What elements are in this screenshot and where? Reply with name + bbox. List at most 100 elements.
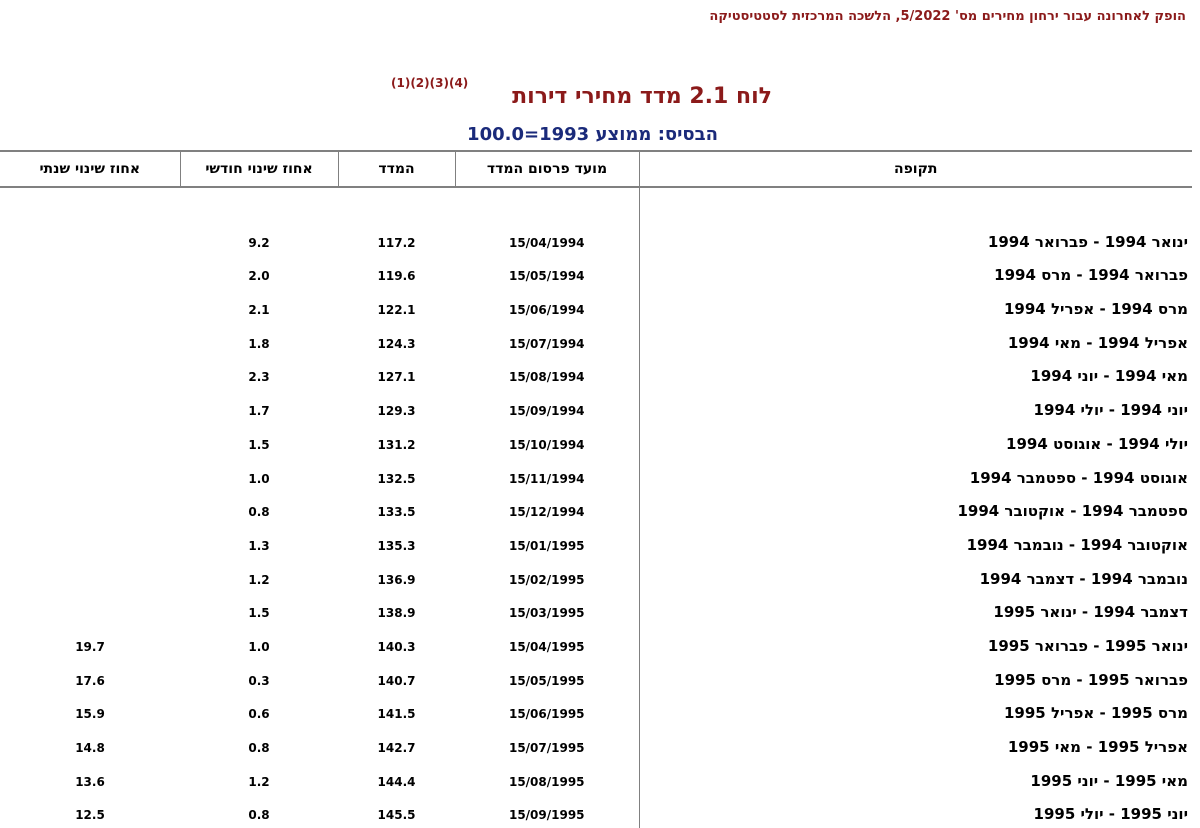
period-cell: יוני 1995 - יולי 1995 <box>638 794 1192 828</box>
period-cell: אוקטובר 1994 - נובמבר 1994 <box>638 525 1192 559</box>
title-block: לוח 2.1 מדד מחירי דירות (1)(2)(3)(4) <box>0 76 1200 114</box>
annual-change-cell: 17.6 <box>75 673 105 688</box>
index-value-cell: 138.9 <box>377 606 416 621</box>
monthly-change-cell: 1.7 <box>248 404 270 419</box>
index-value-cell: 145.5 <box>377 808 416 823</box>
table-row: אפריל 1995 - מאי 1995 15/07/1995 142.7 0.8 1… <box>0 727 1192 761</box>
monthly-change-cell: 1.5 <box>248 606 270 621</box>
price-index-table-container: תקופה מועד פרסום המדד המדד אחוז שינוי חו… <box>0 150 1192 828</box>
period-cell: אוגוסט 1994 - ספטמבר 1994 <box>638 457 1192 492</box>
annual-change-cell: 12.5 <box>75 808 105 823</box>
footnote-references[interactable]: (1)(2)(3)(4) <box>391 76 468 90</box>
price-index-table: תקופה מועד פרסום המדד המדד אחוז שינוי חו… <box>0 150 1192 828</box>
index-value-cell: 136.9 <box>377 572 416 587</box>
period-cell: יולי 1994 - אוגוסט 1994 <box>638 424 1192 458</box>
annual-change-cell <box>0 289 180 323</box>
index-value-cell: 124.3 <box>377 336 416 351</box>
period-cell: פברואר 1995 - מרס 1995 <box>638 659 1192 694</box>
table-row: יוני 1994 - יולי 1994 15/09/1994 129.3 1.7 <box>0 390 1192 425</box>
annual-change-cell <box>0 222 180 256</box>
period-cell: ינואר 1995 - פברואר 1995 <box>638 626 1192 660</box>
annual-change-cell <box>0 559 180 593</box>
table-spacer-row <box>0 187 1192 222</box>
period-cell: אפריל 1995 - מאי 1995 <box>638 727 1192 761</box>
table-row: יולי 1994 - אוגוסט 1994 15/10/1994 131.2 1.… <box>0 424 1192 458</box>
publish-date-cell: 15/10/1994 <box>508 437 585 452</box>
monthly-change-cell: 1.2 <box>248 774 270 789</box>
index-value-cell: 135.3 <box>377 538 416 553</box>
table-header-row: תקופה מועד פרסום המדד המדד אחוז שינוי חו… <box>0 150 1192 188</box>
table-row: פברואר 1995 - מרס 1995 15/05/1995 140.7 0.3… <box>0 659 1192 694</box>
index-value-cell: 122.1 <box>377 303 416 318</box>
table-row: מרס 1994 - אפריל 1994 15/06/1994 122.1 2.1 <box>0 289 1192 324</box>
annual-change-cell: 15.9 <box>75 707 105 722</box>
monthly-change-cell: 1.5 <box>248 437 270 452</box>
index-value-cell: 140.3 <box>377 639 416 654</box>
table-body: ינואר 1994 - פברואר 1994 15/04/1994 117.2 9… <box>0 187 1192 828</box>
publish-date-cell: 15/08/1994 <box>508 370 585 385</box>
table-row: נובמבר 1994 - דצמבר 1994 15/02/1995 136.9 1… <box>0 558 1192 593</box>
monthly-change-cell: 2.0 <box>248 269 270 284</box>
monthly-change-cell: 2.3 <box>248 370 270 385</box>
monthly-change-cell: 0.8 <box>248 808 270 823</box>
table-row: אפריל 1994 - מאי 1994 15/07/1994 124.3 1.8 <box>0 323 1192 357</box>
publish-date-cell: 15/12/1994 <box>508 505 585 520</box>
index-value-cell: 144.4 <box>377 774 416 789</box>
publish-date-cell: 15/07/1995 <box>508 741 585 755</box>
period-cell: ספטמבר 1994 - אוקטובר 1994 <box>638 491 1192 526</box>
monthly-change-cell: 0.3 <box>248 673 270 688</box>
table-row: דצמבר 1994 - ינואר 1995 15/03/1995 138.9 1.… <box>0 592 1192 627</box>
index-value-cell: 141.5 <box>377 707 416 722</box>
publish-date-cell: 15/05/1994 <box>508 269 585 284</box>
monthly-change-cell: 1.8 <box>248 336 270 351</box>
column-header-index: המדד <box>337 150 455 188</box>
page-title: לוח 2.1 מדד מחירי דירות <box>512 84 772 109</box>
annual-change-cell <box>0 525 180 559</box>
index-value-cell: 129.3 <box>377 404 416 419</box>
publish-date-cell: 15/09/1994 <box>508 404 585 419</box>
publish-date-cell: 15/02/1995 <box>508 572 585 587</box>
publish-date-cell: 15/04/1994 <box>508 235 585 250</box>
annual-change-cell <box>0 256 180 290</box>
column-header-monthly-change: אחוז שינוי חודשי <box>179 150 338 188</box>
annual-change-cell <box>0 323 180 357</box>
annual-change-cell <box>0 424 180 458</box>
period-cell: פברואר 1994 - מרס 1994 <box>638 255 1192 290</box>
annual-change-cell <box>0 357 180 391</box>
index-value-cell: 117.2 <box>377 235 416 250</box>
period-cell: מרס 1994 - אפריל 1994 <box>638 289 1192 324</box>
index-value-cell: 127.1 <box>377 370 416 385</box>
period-cell: דצמבר 1994 - ינואר 1995 <box>638 592 1192 627</box>
period-cell: יוני 1994 - יולי 1994 <box>638 390 1192 425</box>
index-value-cell: 119.6 <box>377 269 416 284</box>
period-cell: אפריל 1994 - מאי 1994 <box>638 323 1192 357</box>
index-value-cell: 132.5 <box>377 471 416 486</box>
publish-date-cell: 15/04/1995 <box>508 639 585 654</box>
monthly-change-cell: 1.2 <box>248 572 270 587</box>
table-row: ינואר 1994 - פברואר 1994 15/04/1994 117.2 9… <box>0 222 1192 256</box>
period-cell: ינואר 1994 - פברואר 1994 <box>638 222 1192 256</box>
period-cell: מרס 1995 - אפריל 1995 <box>638 693 1192 728</box>
annual-change-cell: 13.6 <box>75 774 105 789</box>
monthly-change-cell: 0.6 <box>248 707 270 722</box>
monthly-change-cell: 9.2 <box>248 235 270 250</box>
publish-date-cell: 15/08/1995 <box>508 774 585 789</box>
publish-date-cell: 15/09/1995 <box>508 808 585 823</box>
publish-date-cell: 15/11/1994 <box>508 471 585 486</box>
table-row: יוני 1995 - יולי 1995 15/09/1995 145.5 0.8 1… <box>0 794 1192 828</box>
monthly-change-cell: 2.1 <box>248 303 270 318</box>
index-value-cell: 140.7 <box>377 673 416 688</box>
publish-date-cell: 15/06/1994 <box>508 303 585 318</box>
publication-note: הופק לאחרונה עבור ירחון מחירים מס' 5/202… <box>709 9 1186 24</box>
publish-date-cell: 15/03/1995 <box>508 606 585 621</box>
table-row: פברואר 1994 - מרס 1994 15/05/1994 119.6 2.0 <box>0 255 1192 290</box>
monthly-change-cell: 1.0 <box>248 639 270 654</box>
annual-change-cell: 19.7 <box>75 639 105 654</box>
publish-date-cell: 15/06/1995 <box>508 707 585 722</box>
table-row: אוגוסט 1994 - ספטמבר 1994 15/11/1994 132.5… <box>0 457 1192 492</box>
index-value-cell: 133.5 <box>377 505 416 520</box>
publish-date-cell: 15/07/1994 <box>508 336 585 351</box>
table-row: מרס 1995 - אפריל 1995 15/06/1995 141.5 0.6 1… <box>0 693 1192 728</box>
table-row: מאי 1995 - יוני 1995 15/08/1995 144.4 1.2 13… <box>0 761 1192 795</box>
base-period-subtitle: הבסיס: ממוצע 1993=100.0 <box>467 124 718 145</box>
